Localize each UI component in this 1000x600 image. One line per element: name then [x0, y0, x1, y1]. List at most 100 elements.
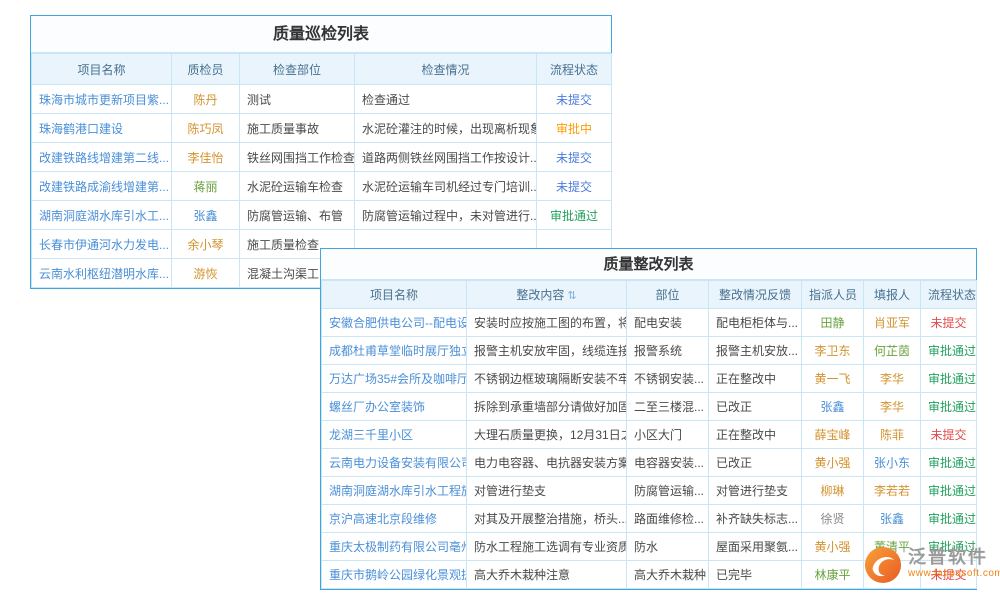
rectify-table-panel: 质量整改列表 项目名称 整改内容⇅ 部位 整改情况反馈 指派人员 填报人 流程状… [320, 248, 977, 590]
project-name-cell[interactable]: 京沪高速北京段维修 [322, 505, 467, 533]
fanpu-logo[interactable]: 泛普软件 www.fanpusoft.com [864, 546, 1000, 584]
table-row[interactable]: 改建铁路线增建第二线...李佳怡铁丝网围挡工作检查道路两侧铁丝网围挡工作按设计.… [32, 143, 612, 172]
inspector-cell: 余小琴 [172, 230, 240, 259]
table-row[interactable]: 珠海鹤港口建设陈巧凤施工质量事故水泥砼灌注的时候，出现离析现象审批中 [32, 114, 612, 143]
check-part-cell: 水泥砼运输车检查 [240, 172, 355, 201]
column-header-flow-status: 流程状态 [921, 281, 977, 309]
project-name-cell[interactable]: 重庆太极制药有限公司亳州中... [322, 533, 467, 561]
assignee-cell: 黄小强 [802, 533, 864, 561]
table-row[interactable]: 安徽合肥供电公司--配电设备...安装时应按施工图的布置，将...配电安装配电柜… [322, 309, 977, 337]
table-row[interactable]: 螺丝厂办公室装饰拆除到承重墙部分请做好加固...二至三楼混...已改正张鑫李华审… [322, 393, 977, 421]
check-part-cell: 防腐管运输、布管 [240, 201, 355, 230]
flow-status-cell: 审批通过 [921, 337, 977, 365]
part-cell: 报警系统 [627, 337, 709, 365]
flow-status-cell: 未提交 [537, 85, 612, 114]
feedback-cell: 正在整改中 [709, 365, 802, 393]
rectify-content-cell: 不锈钢边框玻璃隔断安装不牢... [467, 365, 627, 393]
reporter-cell: 张小东 [864, 449, 921, 477]
fanpu-logo-icon [864, 546, 902, 584]
column-header-inspector: 质检员 [172, 54, 240, 85]
inspector-cell: 游恢 [172, 259, 240, 288]
logo-brand-text: 泛普软件 [908, 546, 1000, 568]
column-header-project-name: 项目名称 [322, 281, 467, 309]
rectify-content-cell: 拆除到承重墙部分请做好加固... [467, 393, 627, 421]
flow-status-cell: 未提交 [921, 421, 977, 449]
table-row[interactable]: 湖南洞庭湖水库引水工...张鑫防腐管运输、布管防腐管运输过程中，未对管进行...… [32, 201, 612, 230]
flow-status-cell: 审批通过 [921, 477, 977, 505]
project-name-cell[interactable]: 湖南洞庭湖水库引水工... [32, 201, 172, 230]
column-header-flow-status: 流程状态 [537, 54, 612, 85]
reporter-cell: 陈菲 [864, 421, 921, 449]
part-cell: 高大乔木栽种 [627, 561, 709, 589]
logo-text-block: 泛普软件 www.fanpusoft.com [908, 546, 1000, 579]
inspector-cell: 张鑫 [172, 201, 240, 230]
project-name-cell[interactable]: 珠海市城市更新项目紫... [32, 85, 172, 114]
rectify-header-row: 项目名称 整改内容⇅ 部位 整改情况反馈 指派人员 填报人 流程状态 [322, 281, 977, 309]
rectify-content-cell: 防水工程施工选调有专业资质... [467, 533, 627, 561]
assignee-cell: 徐贤 [802, 505, 864, 533]
project-name-cell[interactable]: 云南电力设备安装有限公司20... [322, 449, 467, 477]
flow-status-cell: 审批通过 [537, 201, 612, 230]
table-row[interactable]: 龙湖三千里小区大理石质量更换，12月31日之...小区大门正在整改中薛宝峰陈菲未… [322, 421, 977, 449]
part-cell: 路面维修检... [627, 505, 709, 533]
table-row[interactable]: 成都杜甫草堂临时展厅独立展...报警主机安放牢固，线缆连接...报警系统报警主机… [322, 337, 977, 365]
patrol-header-row: 项目名称 质检员 检查部位 检查情况 流程状态 [32, 54, 612, 85]
project-name-cell[interactable]: 珠海鹤港口建设 [32, 114, 172, 143]
project-name-cell[interactable]: 成都杜甫草堂临时展厅独立展... [322, 337, 467, 365]
column-header-reporter: 填报人 [864, 281, 921, 309]
table-row[interactable]: 京沪高速北京段维修对其及开展整治措施，桥头...路面维修检...补齐缺失标志..… [322, 505, 977, 533]
assignee-cell: 田静 [802, 309, 864, 337]
sort-icon[interactable]: ⇅ [567, 290, 576, 302]
part-cell: 二至三楼混... [627, 393, 709, 421]
feedback-cell: 已完毕 [709, 561, 802, 589]
rectify-content-cell: 对其及开展整治措施，桥头... [467, 505, 627, 533]
column-header-part: 部位 [627, 281, 709, 309]
flow-status-cell: 审批通过 [921, 505, 977, 533]
feedback-cell: 对管进行垫支 [709, 477, 802, 505]
check-situation-cell: 道路两侧铁丝网围挡工作按设计... [355, 143, 537, 172]
rectify-content-cell: 安装时应按施工图的布置，将... [467, 309, 627, 337]
flow-status-cell: 审批通过 [921, 393, 977, 421]
assignee-cell: 薛宝峰 [802, 421, 864, 449]
table-row[interactable]: 湖南洞庭湖水库引水工程施工...对管进行垫支防腐管运输...对管进行垫支柳琳李若… [322, 477, 977, 505]
part-cell: 电容器安装... [627, 449, 709, 477]
rectify-content-cell: 大理石质量更换，12月31日之... [467, 421, 627, 449]
check-situation-cell: 水泥砼灌注的时候，出现离析现象 [355, 114, 537, 143]
rectify-content-cell: 报警主机安放牢固，线缆连接... [467, 337, 627, 365]
flow-status-cell: 审批通过 [921, 365, 977, 393]
patrol-table-title: 质量巡检列表 [31, 16, 611, 53]
project-name-cell[interactable]: 云南水利枢纽潜明水库... [32, 259, 172, 288]
project-name-cell[interactable]: 长春市伊通河水力发电... [32, 230, 172, 259]
inspector-cell: 陈丹 [172, 85, 240, 114]
flow-status-cell: 未提交 [537, 172, 612, 201]
project-name-cell[interactable]: 改建铁路线增建第二线... [32, 143, 172, 172]
assignee-cell: 林康平 [802, 561, 864, 589]
flow-status-cell: 审批中 [537, 114, 612, 143]
project-name-cell[interactable]: 安徽合肥供电公司--配电设备... [322, 309, 467, 337]
feedback-cell: 配电柜柜体与... [709, 309, 802, 337]
inspector-cell: 蒋丽 [172, 172, 240, 201]
table-row[interactable]: 改建铁路成渝线增建第...蒋丽水泥砼运输车检查水泥砼运输车司机经过专门培训...… [32, 172, 612, 201]
inspector-cell: 陈巧凤 [172, 114, 240, 143]
feedback-cell: 正在整改中 [709, 421, 802, 449]
project-name-cell[interactable]: 螺丝厂办公室装饰 [322, 393, 467, 421]
project-name-cell[interactable]: 万达广场35#会所及咖啡厅空... [322, 365, 467, 393]
project-name-cell[interactable]: 重庆市鹅岭公园绿化景观提升... [322, 561, 467, 589]
table-row[interactable]: 云南电力设备安装有限公司20...电力电容器、电抗器安装方案,...电容器安装.… [322, 449, 977, 477]
check-situation-cell: 防腐管运输过程中，未对管进行... [355, 201, 537, 230]
project-name-cell[interactable]: 改建铁路成渝线增建第... [32, 172, 172, 201]
table-row[interactable]: 万达广场35#会所及咖啡厅空...不锈钢边框玻璃隔断安装不牢...不锈钢安装..… [322, 365, 977, 393]
check-part-cell: 铁丝网围挡工作检查 [240, 143, 355, 172]
part-cell: 小区大门 [627, 421, 709, 449]
feedback-cell: 已改正 [709, 393, 802, 421]
flow-status-cell: 未提交 [921, 309, 977, 337]
project-name-cell[interactable]: 湖南洞庭湖水库引水工程施工... [322, 477, 467, 505]
reporter-cell: 肖亚军 [864, 309, 921, 337]
rectify-content-cell: 高大乔木栽种注意 [467, 561, 627, 589]
table-row[interactable]: 珠海市城市更新项目紫...陈丹测试检查通过未提交 [32, 85, 612, 114]
check-situation-cell: 水泥砼运输车司机经过专门培训... [355, 172, 537, 201]
project-name-cell[interactable]: 龙湖三千里小区 [322, 421, 467, 449]
reporter-cell: 李若若 [864, 477, 921, 505]
rectify-table-title: 质量整改列表 [321, 249, 976, 280]
reporter-cell: 何芷茵 [864, 337, 921, 365]
